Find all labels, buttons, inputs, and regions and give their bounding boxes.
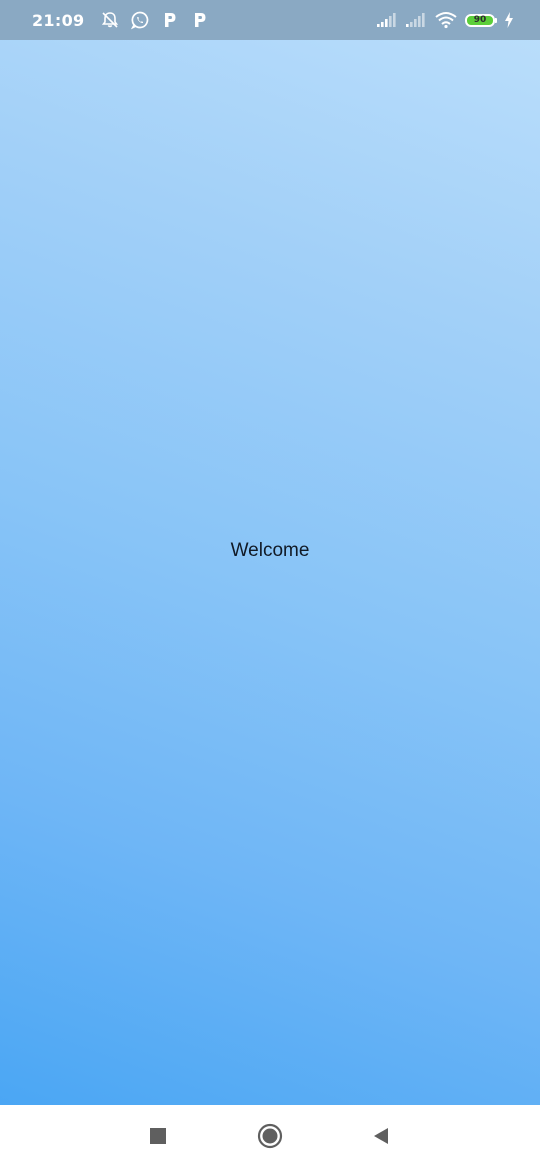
whatsapp-icon (130, 10, 150, 30)
home-icon (257, 1123, 283, 1153)
battery-tip (495, 17, 497, 23)
wifi-icon (434, 10, 458, 30)
recent-apps-icon (149, 1127, 167, 1149)
parking-icon (160, 10, 180, 30)
app-screen: 21:09 90 Welcome (0, 0, 540, 1170)
home-button[interactable] (257, 1123, 283, 1153)
welcome-text: Welcome (230, 540, 310, 561)
status-time: 21:09 (32, 10, 85, 30)
battery-icon: 90 (465, 13, 497, 27)
back-button[interactable] (368, 1125, 394, 1151)
status-bar-right: 90 (376, 10, 514, 30)
charging-icon (504, 10, 514, 30)
parking-icon (190, 10, 210, 30)
status-bar: 21:09 90 (0, 0, 540, 40)
signal-icon (405, 10, 427, 30)
recent-apps-button[interactable] (145, 1125, 171, 1151)
navigation-bar (0, 1105, 540, 1170)
alarm-off-icon (100, 10, 120, 30)
back-icon (371, 1126, 391, 1150)
signal-icon (376, 10, 398, 30)
battery-level: 90 (465, 13, 495, 27)
status-bar-left: 21:09 (32, 10, 210, 30)
